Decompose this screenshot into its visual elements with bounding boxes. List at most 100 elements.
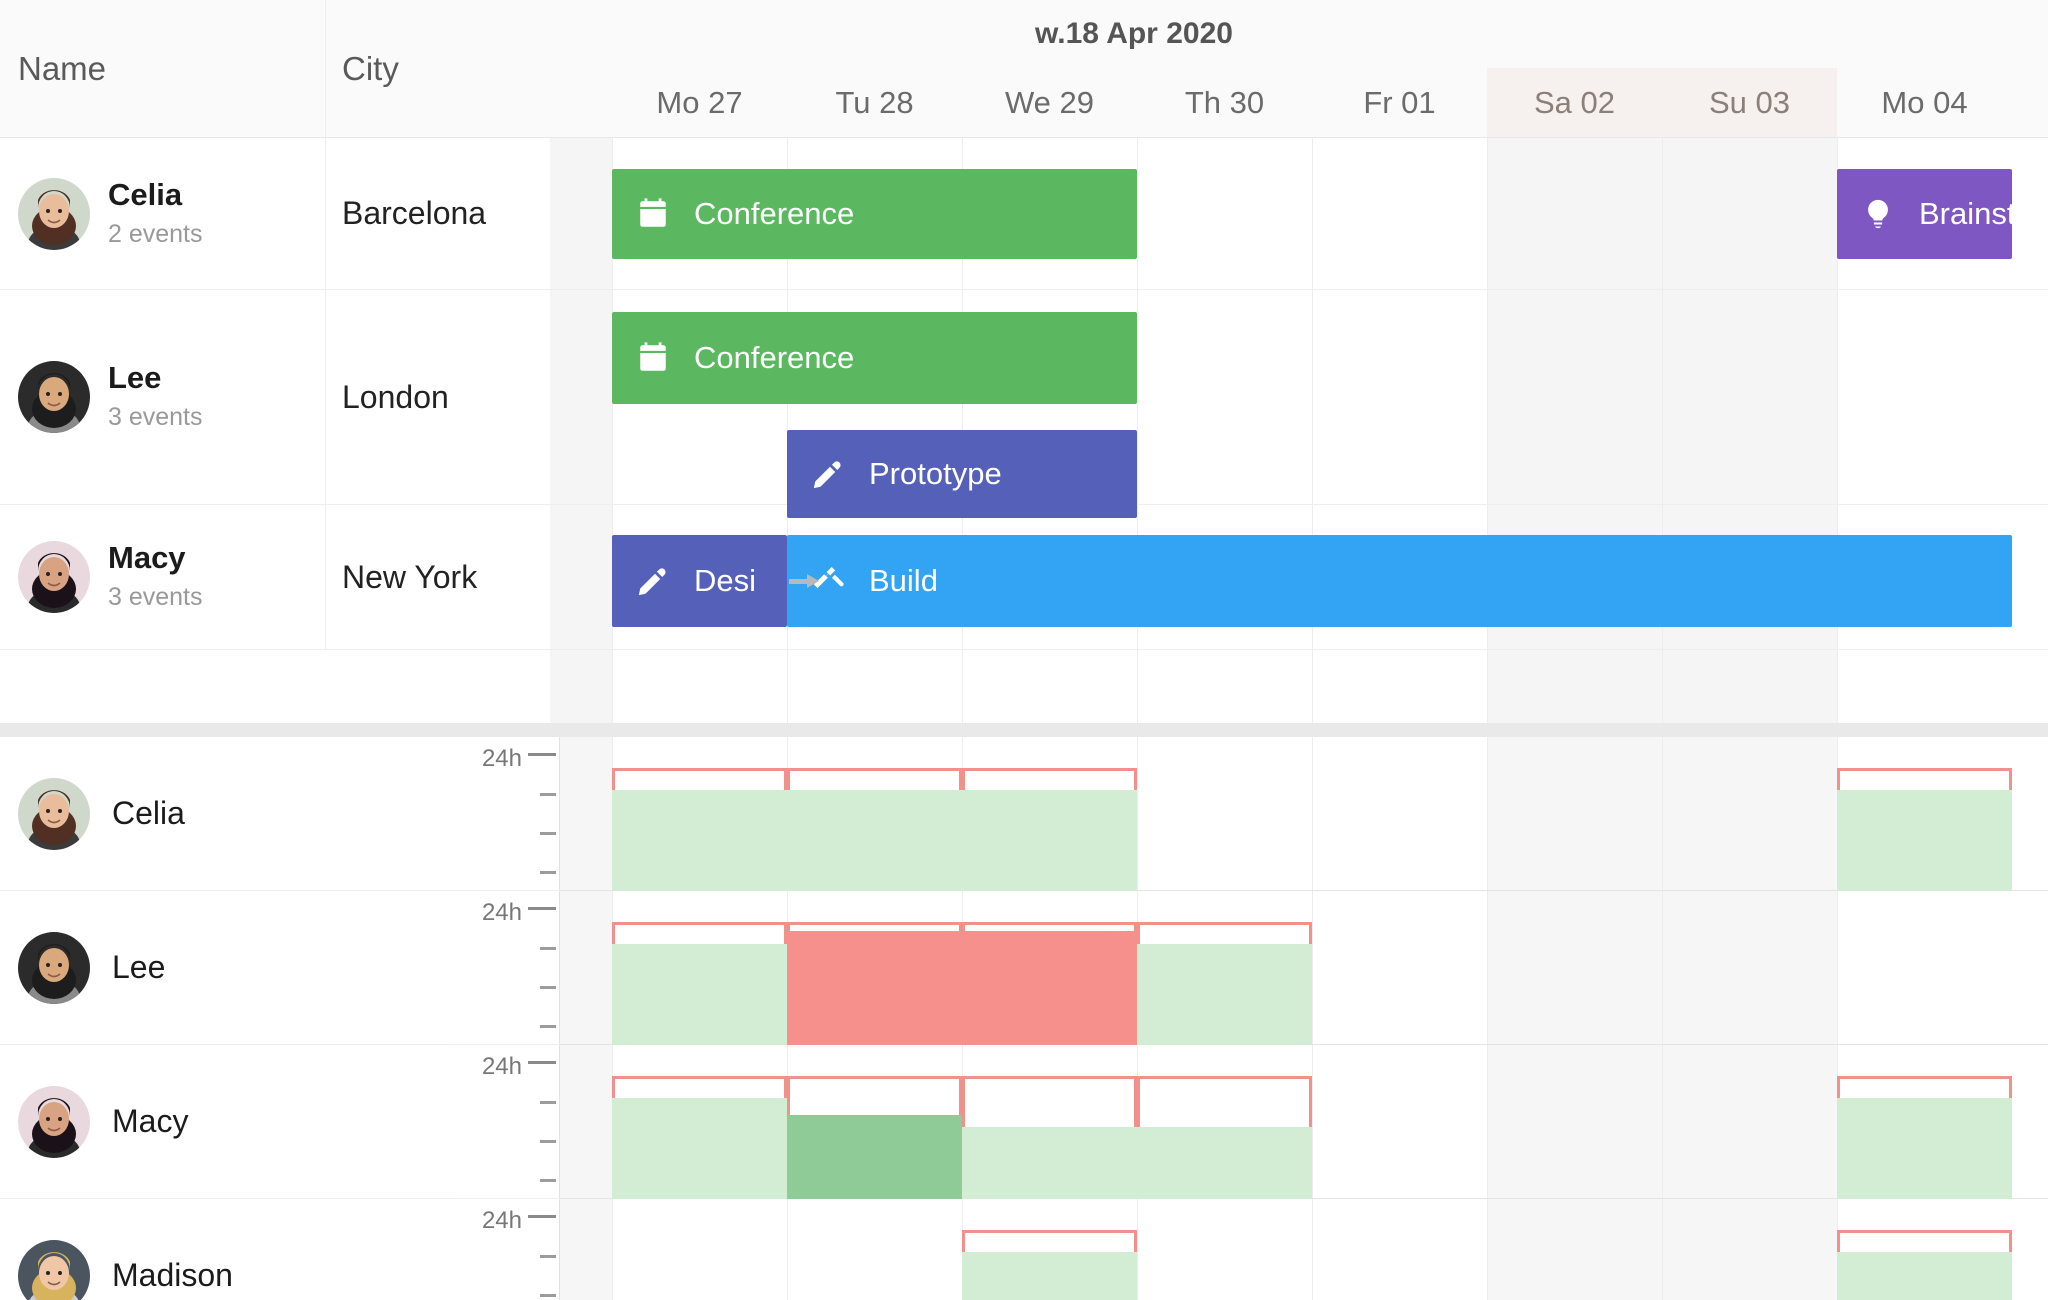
avatar (18, 931, 90, 1004)
histogram-row-madison[interactable] (560, 1199, 2048, 1300)
axis-tick (540, 1025, 556, 1028)
event-label: Brainst (1919, 196, 2012, 231)
axis-tick (540, 947, 556, 950)
resource-event-count: 3 events (108, 403, 203, 431)
table-row[interactable]: Celia 2 events Barcelona (0, 138, 550, 290)
column-header-city[interactable]: City (325, 0, 550, 138)
timeline-column-shade (1487, 138, 1662, 723)
timeline-day-headers: 26Mo 27Tu 28We 29Th 30Fr 01Sa 02Su 03Mo … (550, 68, 2048, 137)
cell-city: New York (325, 505, 550, 649)
day-header-mo-27[interactable]: Mo 27 (612, 68, 787, 137)
calendar-icon (634, 195, 672, 233)
event-label: Conference (694, 196, 855, 231)
table-row[interactable]: Lee 3 events London (0, 290, 550, 505)
avatar (18, 777, 90, 850)
column-header-name[interactable]: Name (0, 0, 325, 138)
event-label: Conference (694, 340, 855, 375)
axis-max-label: 24h (481, 745, 522, 772)
load-resource-name: Lee (112, 949, 166, 985)
load-bar[interactable] (962, 790, 1137, 891)
resource-event-count: 2 events (108, 219, 203, 248)
axis-tick (540, 871, 556, 874)
load-bar[interactable] (1137, 1127, 1312, 1199)
avatar (18, 1239, 90, 1300)
load-resource-list: Celia Lee Macy Madison (0, 737, 450, 1300)
timeline-header: w.18 Apr 2020 26Mo 27Tu 28We 29Th 30Fr 0… (550, 0, 2048, 138)
resource-name: Celia (108, 176, 183, 212)
axis-tick (540, 832, 556, 835)
scheduler-app: w.18 Apr 2020 26Mo 27Tu 28We 29Th 30Fr 0… (0, 0, 2048, 1300)
day-header-fr-01[interactable]: Fr 01 (1312, 68, 1487, 137)
list-item[interactable]: Macy (0, 1045, 450, 1199)
load-histogram[interactable] (560, 737, 2048, 1300)
event-bar-desi[interactable]: Desi (612, 535, 787, 627)
axis-max-label: 24h (481, 1207, 522, 1234)
timeline-column-divider (1312, 138, 1313, 723)
load-bar[interactable] (1837, 1098, 2012, 1199)
load-bar[interactable] (1137, 944, 1312, 1045)
day-header-mo-04[interactable]: Mo 04 (1837, 68, 2012, 137)
load-axis-column: 24h 24h 24h 24h (450, 737, 560, 1300)
timeline-column-divider (1137, 138, 1138, 723)
histogram-row-macy[interactable] (560, 1045, 2048, 1199)
cell-name: Lee 3 events (0, 290, 325, 504)
histogram-row-celia[interactable] (560, 737, 2048, 891)
cell-name: Celia 2 events (0, 138, 325, 289)
panel-splitter[interactable] (0, 723, 2048, 737)
load-resource-name: Celia (112, 795, 185, 831)
load-bar[interactable] (612, 790, 787, 891)
event-bar-conference[interactable]: Conference (612, 169, 1137, 259)
avatar (18, 177, 90, 250)
event-label: Desi (694, 563, 757, 598)
axis-tick (540, 1255, 556, 1258)
load-bar[interactable] (962, 1252, 1137, 1300)
histogram-row-lee[interactable] (560, 891, 2048, 1045)
event-bar-build[interactable]: Build (787, 535, 2012, 627)
axis-tick (528, 753, 556, 756)
timeline-body[interactable]: Conference Brainst Conference Prototype Desi… (550, 138, 2048, 723)
pencil-icon (809, 455, 847, 493)
axis-tick (528, 1215, 556, 1218)
day-header-th-30[interactable]: Th 30 (1137, 68, 1312, 137)
axis-max-label: 24h (481, 1053, 522, 1080)
axis-tick (540, 1140, 556, 1143)
list-item[interactable]: Lee (0, 891, 450, 1045)
event-bar-conference[interactable]: Conference (612, 312, 1137, 404)
resource-name: Lee (108, 360, 162, 396)
timeline-column-divider (1487, 138, 1488, 723)
load-bar[interactable] (962, 1127, 1137, 1199)
cell-name: Macy 3 events (0, 505, 325, 649)
load-bar[interactable] (1837, 790, 2012, 891)
list-item[interactable]: Madison (0, 1199, 450, 1300)
load-bar[interactable] (787, 1115, 962, 1199)
load-bar[interactable] (612, 1098, 787, 1199)
day-header-tu-28[interactable]: Tu 28 (787, 68, 962, 137)
day-header-26[interactable]: 26 (550, 68, 612, 137)
load-resource-name: Macy (112, 1103, 189, 1139)
timeline-row-divider (550, 289, 2048, 290)
load-bar[interactable] (612, 944, 787, 1045)
axis-tick (528, 1061, 556, 1064)
load-bar[interactable] (787, 790, 962, 891)
dependency-arrow[interactable] (789, 574, 819, 588)
scheduler-top-panel: w.18 Apr 2020 26Mo 27Tu 28We 29Th 30Fr 0… (0, 0, 2048, 723)
resource-name: Macy (108, 540, 186, 576)
event-bar-prototype[interactable]: Prototype (787, 430, 1137, 518)
resource-grid-body: Celia 2 events Barcelona Lee 3 events London M… (0, 138, 550, 723)
axis-tick (540, 1101, 556, 1104)
timeline-column-shade (1662, 138, 1837, 723)
list-item[interactable]: Celia (0, 737, 450, 891)
day-header-su-03[interactable]: Su 03 (1662, 68, 1837, 137)
load-bar[interactable] (1837, 1252, 2012, 1300)
table-row[interactable]: Macy 3 events New York (0, 505, 550, 650)
load-bar[interactable] (787, 931, 962, 1045)
day-header-sa-02[interactable]: Sa 02 (1487, 68, 1662, 137)
day-header-we-29[interactable]: We 29 (962, 68, 1137, 137)
resource-grid-header: Name City (0, 0, 550, 138)
event-bar-brainst[interactable]: Brainst (1837, 169, 2012, 259)
vertical-scrollbar[interactable] (2040, 737, 2048, 1300)
timeline-column-divider (1662, 138, 1663, 723)
resource-load-panel: 24h 24h 24h 24h Celia Lee Macy Madison (0, 737, 2048, 1300)
resource-grid: Name City Celia 2 events Barcelona Lee 3 eve… (0, 0, 550, 723)
load-bar[interactable] (962, 931, 1137, 1045)
